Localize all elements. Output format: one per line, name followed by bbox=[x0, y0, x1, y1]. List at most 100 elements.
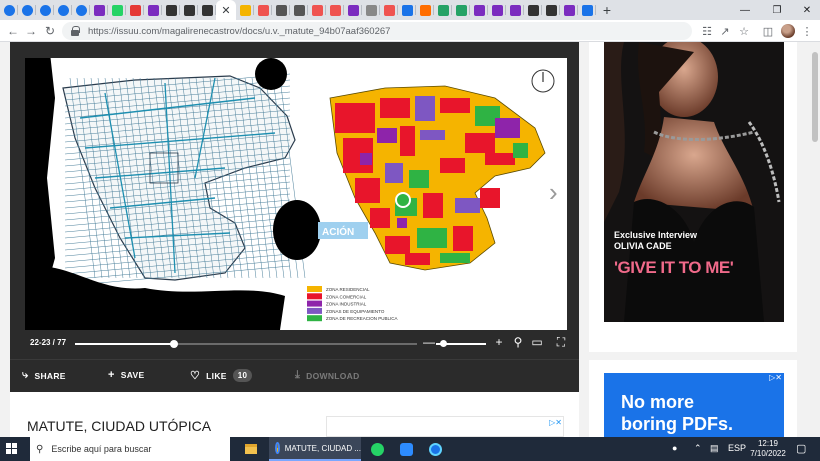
taskbar-search-box[interactable]: ⚲ Escribe aquí para buscar bbox=[30, 437, 230, 461]
bookmark-star-icon[interactable]: ☆ bbox=[736, 23, 752, 39]
browser-tab[interactable] bbox=[72, 0, 90, 20]
browser-tab[interactable] bbox=[108, 0, 126, 20]
tab-favicon-icon bbox=[563, 4, 575, 16]
tab-favicon-icon bbox=[93, 4, 105, 16]
start-windows-icon[interactable] bbox=[6, 443, 18, 455]
browser-tab[interactable] bbox=[416, 0, 434, 20]
language-indicator[interactable]: ESP bbox=[728, 443, 746, 453]
url-text[interactable]: https://issuu.com/magalirenecastrov/docs… bbox=[88, 26, 390, 37]
forward-arrow-icon[interactable]: → bbox=[22, 22, 40, 40]
browser-tab[interactable] bbox=[344, 0, 362, 20]
sidebar-ad-banner[interactable]: Exclusive Interview OLIVIA CADE 'GIVE IT… bbox=[604, 42, 784, 322]
browser-tab[interactable] bbox=[236, 0, 254, 20]
progress-fill bbox=[75, 343, 175, 345]
browser-tab[interactable] bbox=[542, 0, 560, 20]
browser-tab[interactable] bbox=[434, 0, 452, 20]
browser-tab[interactable] bbox=[380, 0, 398, 20]
tab-favicon-icon bbox=[401, 4, 413, 16]
browser-tab[interactable] bbox=[398, 0, 416, 20]
page-scrollbar[interactable] bbox=[810, 42, 820, 437]
close-window-icon[interactable]: ✕ bbox=[792, 0, 820, 20]
browser-tab[interactable] bbox=[126, 0, 144, 20]
profile-avatar[interactable] bbox=[781, 24, 795, 38]
share-button[interactable]: ⤷ SHARE bbox=[22, 369, 66, 382]
browser-tab[interactable] bbox=[180, 0, 198, 20]
browser-tab-active[interactable]: ✕ bbox=[216, 0, 236, 20]
browser-tab[interactable] bbox=[254, 0, 272, 20]
zoom-out-icon[interactable]: — bbox=[423, 335, 435, 349]
taskbar-clock[interactable]: 12:19 7/10/2022 bbox=[748, 439, 788, 459]
back-arrow-icon[interactable]: ← bbox=[4, 22, 22, 40]
document-page[interactable]: ACIÓN ZONA RESIDENCIAL ZONA COMERCIAL ZONA… bbox=[25, 58, 567, 330]
roundabout bbox=[395, 192, 411, 208]
notifications-icon[interactable]: ▢ bbox=[796, 442, 806, 455]
zone-block bbox=[423, 193, 443, 218]
taskbar-chrome-app[interactable]: MATUTE, CIUDAD ... bbox=[269, 437, 361, 461]
page-progress-slider[interactable] bbox=[75, 340, 417, 348]
browser-tab[interactable] bbox=[488, 0, 506, 20]
inline-ad[interactable]: ▷✕ bbox=[326, 416, 564, 437]
browser-tab[interactable] bbox=[272, 0, 290, 20]
browser-tab[interactable] bbox=[198, 0, 216, 20]
download-button[interactable]: ⤓ DOWNLOAD bbox=[295, 369, 360, 382]
tab-favicon-icon bbox=[491, 4, 503, 16]
tab-favicon-icon bbox=[419, 4, 431, 16]
browser-tab[interactable] bbox=[290, 0, 308, 20]
scrollbar-thumb[interactable] bbox=[812, 52, 818, 142]
tab-favicon-icon bbox=[257, 4, 269, 16]
reload-icon[interactable]: ↻ bbox=[41, 22, 59, 40]
whatsapp-icon[interactable] bbox=[364, 437, 390, 461]
progress-knob[interactable] bbox=[170, 340, 179, 348]
menu-kebab-icon[interactable]: ⋮ bbox=[799, 23, 815, 39]
share-page-icon[interactable]: ↗ bbox=[717, 23, 733, 39]
ad2-close-icon[interactable]: ▷✕ bbox=[769, 373, 782, 382]
browser-tab[interactable] bbox=[506, 0, 524, 20]
browser-tab[interactable] bbox=[144, 0, 162, 20]
zoom-app-icon[interactable] bbox=[393, 437, 419, 461]
fullscreen-icon[interactable]: ⛶ bbox=[554, 335, 568, 349]
browser-tab[interactable] bbox=[578, 0, 596, 20]
minimize-icon[interactable]: — bbox=[730, 0, 760, 20]
zoom-in-icon[interactable]: + bbox=[492, 335, 506, 349]
search-zoom-icon[interactable]: ⚲ bbox=[511, 335, 525, 349]
close-tab-icon[interactable]: ✕ bbox=[221, 4, 230, 17]
browser-tab[interactable] bbox=[524, 0, 542, 20]
browser2-icon[interactable] bbox=[422, 437, 448, 461]
save-button[interactable]: + SAVE bbox=[108, 369, 144, 381]
tab-favicon-icon bbox=[383, 4, 395, 16]
zone-block bbox=[415, 96, 435, 121]
browser-tab[interactable] bbox=[18, 0, 36, 20]
tab-favicon-icon bbox=[111, 4, 123, 16]
file-explorer-icon[interactable] bbox=[238, 437, 264, 461]
people-tray-icon[interactable]: ● bbox=[672, 443, 677, 453]
redaction-blob bbox=[255, 58, 287, 90]
sidebar-ad2-banner[interactable]: ▷✕ No more boring PDFs. bbox=[604, 373, 784, 437]
browser-tab[interactable] bbox=[470, 0, 488, 20]
next-page-chevron-icon[interactable]: › bbox=[549, 177, 558, 208]
single-page-view-icon[interactable]: ▭ bbox=[530, 335, 544, 349]
zoom-knob[interactable] bbox=[440, 340, 447, 347]
zone-block bbox=[417, 228, 447, 248]
network-icon[interactable]: ▤ bbox=[710, 443, 719, 454]
tab-favicon-icon bbox=[147, 4, 159, 16]
tray-chevron-icon[interactable]: ⌃ bbox=[694, 443, 702, 454]
lock-icon bbox=[70, 26, 80, 36]
browser-tab[interactable] bbox=[452, 0, 470, 20]
like-button[interactable]: ♡ LIKE 10 bbox=[190, 369, 253, 382]
side-panel-icon[interactable]: ◫ bbox=[760, 23, 776, 39]
new-tab-button[interactable]: + bbox=[596, 0, 618, 20]
browser-tab[interactable] bbox=[308, 0, 326, 20]
browser-tab[interactable] bbox=[560, 0, 578, 20]
restore-icon[interactable]: ❐ bbox=[762, 0, 792, 20]
address-bar[interactable]: https://issuu.com/magalirenecastrov/docs… bbox=[62, 22, 692, 40]
browser-tab[interactable] bbox=[326, 0, 344, 20]
browser-tab[interactable] bbox=[36, 0, 54, 20]
browser-tab[interactable] bbox=[0, 0, 18, 20]
browser-tab[interactable] bbox=[362, 0, 380, 20]
browser-tab[interactable] bbox=[54, 0, 72, 20]
browser-tab[interactable] bbox=[162, 0, 180, 20]
browser-tab[interactable] bbox=[90, 0, 108, 20]
ad-close-icon[interactable]: ▷✕ bbox=[549, 418, 562, 427]
translate-icon[interactable]: ☷ bbox=[699, 23, 715, 39]
legend-swatch bbox=[307, 315, 322, 322]
